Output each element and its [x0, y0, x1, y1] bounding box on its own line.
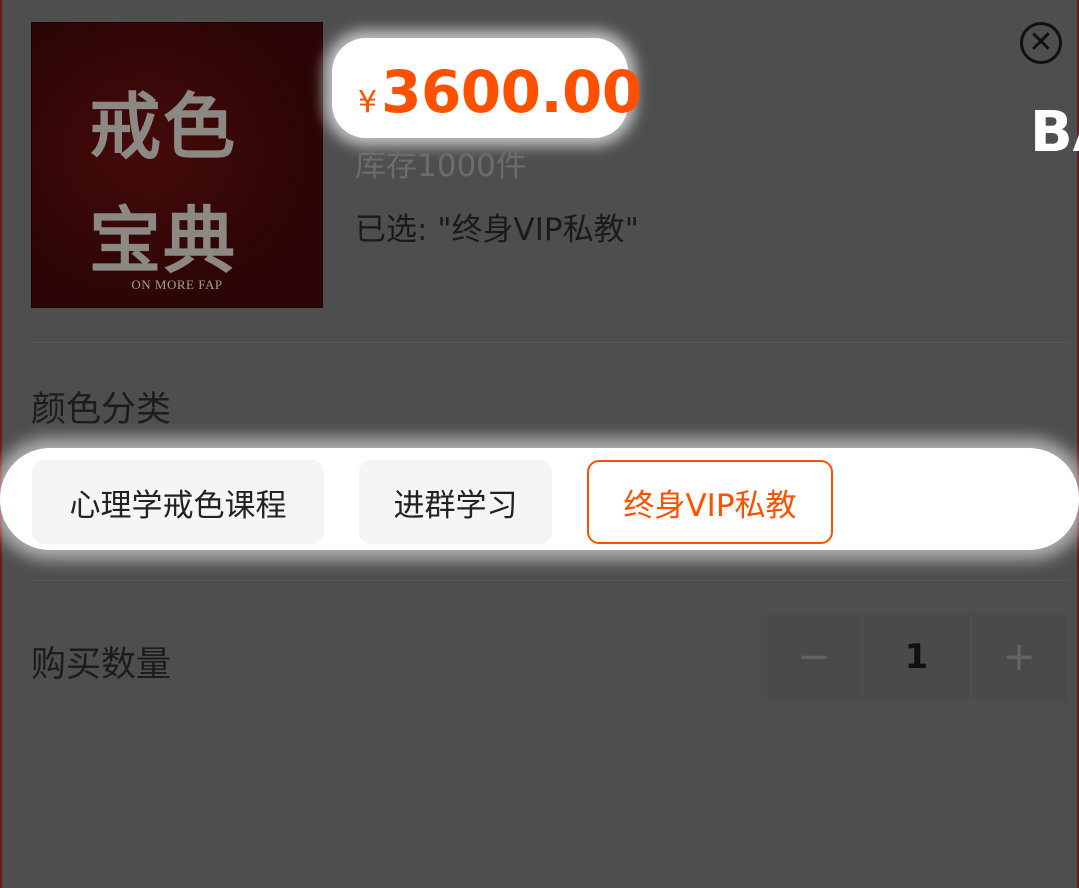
quantity-section-title: 购买数量	[31, 645, 172, 685]
quantity-stepper: − 1 +	[767, 613, 1070, 700]
price-amount: 3600.00	[381, 58, 642, 126]
option-join-group[interactable]: 进群学习	[359, 460, 552, 544]
cover-subtitle: ON MORE FAP	[131, 277, 223, 292]
stock-text: 库存1000件	[355, 148, 527, 184]
product-price: ¥3600.00	[358, 58, 642, 126]
minus-icon: −	[797, 633, 831, 680]
plus-icon: +	[1002, 633, 1036, 680]
divider	[31, 342, 1069, 343]
spec-section-title: 颜色分类	[31, 390, 172, 430]
currency-symbol: ¥	[358, 85, 378, 120]
increase-button[interactable]: +	[972, 613, 1066, 700]
option-label: 心理学戒色课程	[69, 487, 287, 524]
close-button[interactable]: ✕	[1020, 22, 1062, 64]
divider	[31, 580, 1069, 581]
overlay-text: BA	[1030, 100, 1079, 165]
left-edge	[0, 0, 2, 888]
close-icon: ✕	[1028, 25, 1054, 60]
option-label: 进群学习	[393, 487, 518, 524]
selected-spec-text: 已选: "终身VIP私教"	[355, 212, 639, 248]
option-label: 终身VIP私教	[623, 487, 797, 524]
decrease-button[interactable]: −	[767, 613, 861, 700]
cover-title: 戒色宝典	[89, 84, 238, 283]
option-psychology-course[interactable]: 心理学戒色课程	[32, 460, 324, 544]
product-cover-image: 戒色宝典 ON MORE FAP	[31, 22, 323, 308]
quantity-value[interactable]: 1	[863, 613, 970, 700]
option-lifetime-vip[interactable]: 终身VIP私教	[587, 460, 833, 544]
